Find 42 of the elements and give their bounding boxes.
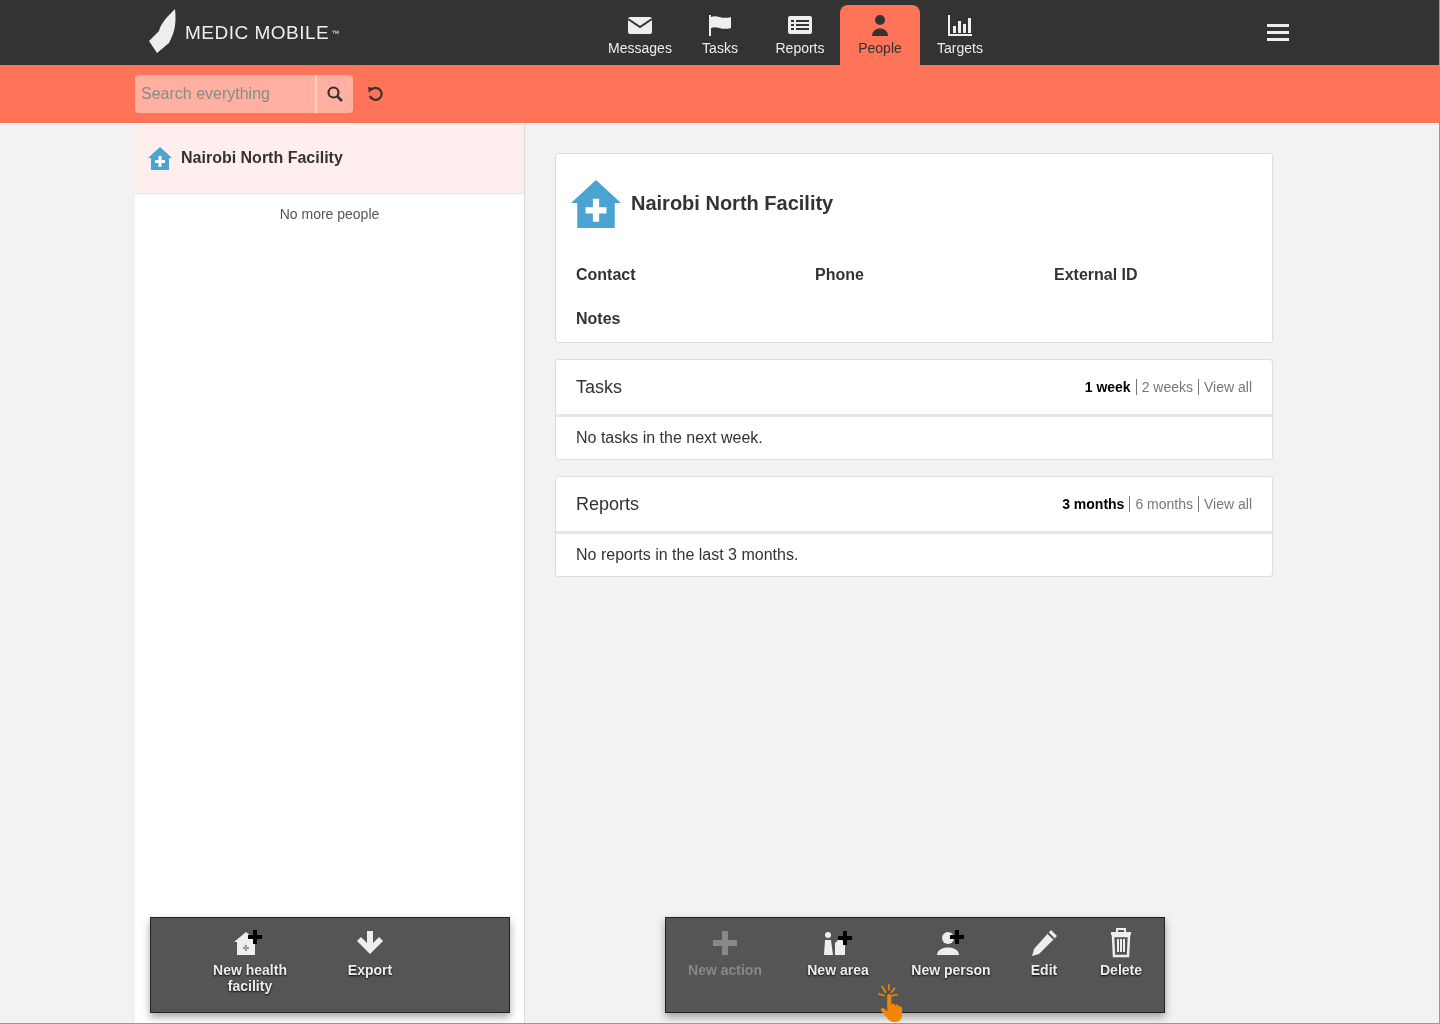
nav-tab[interactable]: Targets [920, 5, 1000, 65]
field-label: External ID [1054, 266, 1139, 284]
action-button[interactable]: Delete [1077, 918, 1165, 1012]
filter-link[interactable]: 1 week [1084, 379, 1131, 395]
section-title: Tasks [576, 376, 622, 398]
action-button[interactable]: Export [320, 918, 420, 1012]
nav-tab[interactable]: Messages [600, 5, 680, 65]
add-area-icon [821, 928, 855, 958]
filter-link[interactable]: 6 months [1129, 496, 1193, 512]
reset-icon[interactable] [367, 86, 383, 102]
search-field[interactable]: Search everything [135, 75, 315, 113]
facility-title: Nairobi North Facility [631, 191, 834, 215]
action-button[interactable]: New health facility [200, 918, 300, 1012]
contact-list-item[interactable]: Nairobi North Facility [135, 123, 524, 194]
empty-text: No reports in the last 3 months. [575, 545, 800, 565]
filter-link[interactable]: 2 weeks [1135, 379, 1193, 395]
action-button[interactable]: Edit [1011, 918, 1077, 1012]
action-button[interactable]: New area [785, 918, 891, 1012]
filter-link[interactable]: View all [1198, 496, 1252, 512]
nav-tab[interactable]: Tasks [680, 5, 760, 65]
empty-text: No tasks in the next week. [575, 428, 764, 448]
list-icon [787, 14, 813, 36]
envelope-icon [627, 14, 653, 36]
trademark: ™ [331, 28, 340, 38]
field-label: Notes [576, 310, 622, 328]
action-button[interactable]: New person [891, 918, 1011, 1012]
search-button[interactable] [315, 75, 353, 113]
field-label: Phone [815, 266, 865, 284]
flag-icon [707, 14, 733, 36]
facility-icon [571, 178, 621, 228]
facility-icon [148, 146, 172, 170]
list-end-text: No more people [278, 205, 381, 222]
search-icon [327, 86, 343, 102]
bar-chart-icon [947, 14, 973, 36]
filter-link[interactable]: 3 months [1062, 496, 1125, 512]
nav-tab[interactable]: Reports [760, 5, 840, 65]
filter-link[interactable]: View all [1198, 379, 1252, 395]
field-label: Contact [576, 266, 637, 284]
section-title: Reports [576, 493, 640, 515]
nav-tab[interactable]: People [840, 5, 920, 65]
menu-icon[interactable] [1267, 23, 1289, 42]
logo-text: MEDIC MOBILE [185, 21, 330, 44]
